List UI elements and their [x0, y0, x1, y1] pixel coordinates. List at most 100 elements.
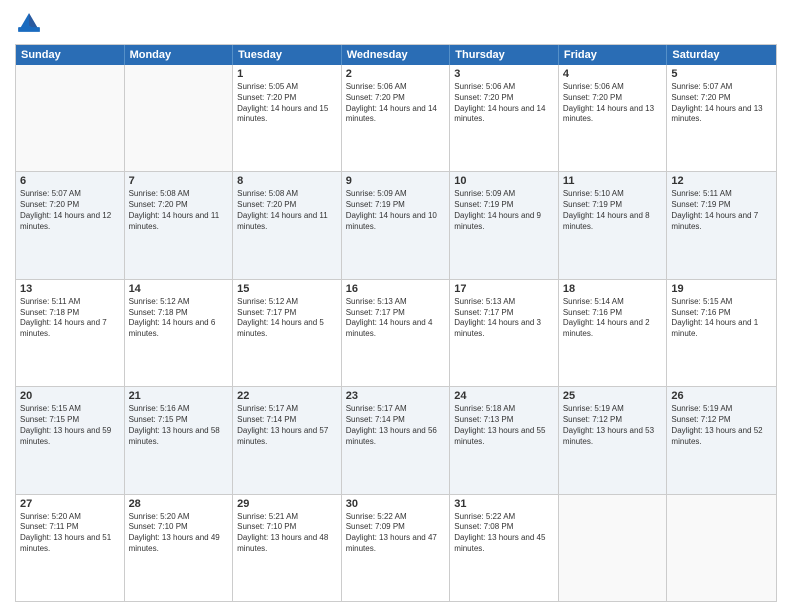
day-number: 31 [454, 498, 554, 510]
day-number: 8 [237, 175, 337, 187]
calendar-cell-27: 26 Sunrise: 5:19 AM Sunset: 7:12 PM Dayli… [667, 387, 776, 493]
header [15, 10, 777, 38]
calendar-cell-23: 22 Sunrise: 5:17 AM Sunset: 7:14 PM Dayli… [233, 387, 342, 493]
calendar-cell-7: 6 Sunrise: 5:07 AM Sunset: 7:20 PM Daylig… [16, 172, 125, 278]
calendar-cell-31: 30Sunrise: 5:22 AM Sunset: 7:09 PM Dayli… [342, 495, 451, 601]
calendar-cell-0 [16, 65, 125, 171]
day-number: 19 [671, 283, 772, 295]
calendar-cell-16: 15 Sunrise: 5:12 AM Sunset: 7:17 PM Dayli… [233, 280, 342, 386]
day-info: Sunrise: 5:11 AM Sunset: 7:18 PM Dayligh… [20, 297, 120, 340]
day-info: Sunrise: 5:18 AM Sunset: 7:13 PM Dayligh… [454, 404, 554, 447]
day-info: Sunrise: 5:06 AM Sunset: 7:20 PM Dayligh… [454, 82, 554, 125]
day-info: Sunrise: 5:09 AM Sunset: 7:19 PM Dayligh… [454, 189, 554, 232]
calendar-cell-11: 10 Sunrise: 5:09 AM Sunset: 7:19 PM Dayli… [450, 172, 559, 278]
day-number: 13 [20, 283, 120, 295]
calendar-cell-29: 28 Sunrise: 5:20 AM Sunset: 7:10 PM Dayli… [125, 495, 234, 601]
calendar-cell-24: 23Sunrise: 5:17 AM Sunset: 7:14 PM Dayli… [342, 387, 451, 493]
day-number: 20 [20, 390, 120, 402]
calendar-cell-12: 11 Sunrise: 5:10 AM Sunset: 7:19 PM Dayli… [559, 172, 668, 278]
day-info: Sunrise: 5:08 AM Sunset: 7:20 PM Dayligh… [237, 189, 337, 232]
day-number: 26 [671, 390, 772, 402]
day-info: Sunrise: 5:06 AM Sunset: 7:20 PM Dayligh… [346, 82, 446, 125]
day-info: Sunrise: 5:19 AM Sunset: 7:12 PM Dayligh… [671, 404, 772, 447]
day-number: 15 [237, 283, 337, 295]
day-number: 24 [454, 390, 554, 402]
day-info: Sunrise: 5:22 AM Sunset: 7:08 PM Dayligh… [454, 512, 554, 555]
logo [15, 10, 47, 38]
calendar-week-4: 20Sunrise: 5:15 AM Sunset: 7:15 PM Dayli… [16, 386, 776, 493]
calendar-header: SundayMondayTuesdayWednesdayThursdayFrid… [16, 45, 776, 65]
day-info: Sunrise: 5:20 AM Sunset: 7:10 PM Dayligh… [129, 512, 229, 555]
day-info: Sunrise: 5:17 AM Sunset: 7:14 PM Dayligh… [237, 404, 337, 447]
day-info: Sunrise: 5:10 AM Sunset: 7:19 PM Dayligh… [563, 189, 663, 232]
day-number: 3 [454, 68, 554, 80]
day-number: 16 [346, 283, 446, 295]
day-number: 27 [20, 498, 120, 510]
calendar-cell-8: 7 Sunrise: 5:08 AM Sunset: 7:20 PM Daylig… [125, 172, 234, 278]
calendar-cell-28: 27 Sunrise: 5:20 AM Sunset: 7:11 PM Dayli… [16, 495, 125, 601]
day-number: 21 [129, 390, 229, 402]
day-number: 10 [454, 175, 554, 187]
header-day-monday: Monday [125, 45, 234, 65]
calendar-cell-22: 21 Sunrise: 5:16 AM Sunset: 7:15 PM Dayli… [125, 387, 234, 493]
calendar-cell-10: 9 Sunrise: 5:09 AM Sunset: 7:19 PM Daylig… [342, 172, 451, 278]
calendar-cell-25: 24 Sunrise: 5:18 AM Sunset: 7:13 PM Dayli… [450, 387, 559, 493]
calendar-body: 1Sunrise: 5:05 AM Sunset: 7:20 PM Daylig… [16, 65, 776, 601]
calendar-cell-4: 3 Sunrise: 5:06 AM Sunset: 7:20 PM Daylig… [450, 65, 559, 171]
day-number: 14 [129, 283, 229, 295]
day-number: 29 [237, 498, 337, 510]
day-number: 9 [346, 175, 446, 187]
day-number: 2 [346, 68, 446, 80]
day-info: Sunrise: 5:05 AM Sunset: 7:20 PM Dayligh… [237, 82, 337, 125]
calendar-cell-5: 4Sunrise: 5:06 AM Sunset: 7:20 PM Daylig… [559, 65, 668, 171]
calendar-cell-30: 29 Sunrise: 5:21 AM Sunset: 7:10 PM Dayli… [233, 495, 342, 601]
day-info: Sunrise: 5:12 AM Sunset: 7:17 PM Dayligh… [237, 297, 337, 340]
calendar-cell-19: 18Sunrise: 5:14 AM Sunset: 7:16 PM Dayli… [559, 280, 668, 386]
calendar: SundayMondayTuesdayWednesdayThursdayFrid… [15, 44, 777, 602]
day-info: Sunrise: 5:13 AM Sunset: 7:17 PM Dayligh… [346, 297, 446, 340]
calendar-cell-15: 14 Sunrise: 5:12 AM Sunset: 7:18 PM Dayli… [125, 280, 234, 386]
day-number: 28 [129, 498, 229, 510]
day-info: Sunrise: 5:20 AM Sunset: 7:11 PM Dayligh… [20, 512, 120, 555]
day-info: Sunrise: 5:06 AM Sunset: 7:20 PM Dayligh… [563, 82, 663, 125]
calendar-week-2: 6 Sunrise: 5:07 AM Sunset: 7:20 PM Daylig… [16, 171, 776, 278]
day-info: Sunrise: 5:12 AM Sunset: 7:18 PM Dayligh… [129, 297, 229, 340]
header-day-saturday: Saturday [667, 45, 776, 65]
day-info: Sunrise: 5:15 AM Sunset: 7:16 PM Dayligh… [671, 297, 772, 340]
day-number: 12 [671, 175, 772, 187]
day-info: Sunrise: 5:11 AM Sunset: 7:19 PM Dayligh… [671, 189, 772, 232]
calendar-cell-26: 25 Sunrise: 5:19 AM Sunset: 7:12 PM Dayli… [559, 387, 668, 493]
calendar-cell-21: 20Sunrise: 5:15 AM Sunset: 7:15 PM Dayli… [16, 387, 125, 493]
calendar-cell-33 [559, 495, 668, 601]
header-day-wednesday: Wednesday [342, 45, 451, 65]
day-info: Sunrise: 5:07 AM Sunset: 7:20 PM Dayligh… [20, 189, 120, 232]
day-number: 7 [129, 175, 229, 187]
calendar-week-5: 27 Sunrise: 5:20 AM Sunset: 7:11 PM Dayli… [16, 494, 776, 601]
calendar-cell-14: 13 Sunrise: 5:11 AM Sunset: 7:18 PM Dayli… [16, 280, 125, 386]
calendar-cell-1 [125, 65, 234, 171]
calendar-cell-20: 19 Sunrise: 5:15 AM Sunset: 7:16 PM Dayli… [667, 280, 776, 386]
calendar-cell-32: 31 Sunrise: 5:22 AM Sunset: 7:08 PM Dayli… [450, 495, 559, 601]
day-info: Sunrise: 5:21 AM Sunset: 7:10 PM Dayligh… [237, 512, 337, 555]
day-number: 5 [671, 68, 772, 80]
header-day-tuesday: Tuesday [233, 45, 342, 65]
calendar-week-3: 13 Sunrise: 5:11 AM Sunset: 7:18 PM Dayli… [16, 279, 776, 386]
day-info: Sunrise: 5:19 AM Sunset: 7:12 PM Dayligh… [563, 404, 663, 447]
header-day-friday: Friday [559, 45, 668, 65]
header-day-thursday: Thursday [450, 45, 559, 65]
day-number: 6 [20, 175, 120, 187]
day-info: Sunrise: 5:16 AM Sunset: 7:15 PM Dayligh… [129, 404, 229, 447]
day-number: 22 [237, 390, 337, 402]
day-number: 30 [346, 498, 446, 510]
day-info: Sunrise: 5:07 AM Sunset: 7:20 PM Dayligh… [671, 82, 772, 125]
day-number: 25 [563, 390, 663, 402]
calendar-cell-3: 2 Sunrise: 5:06 AM Sunset: 7:20 PM Daylig… [342, 65, 451, 171]
day-number: 17 [454, 283, 554, 295]
logo-icon [15, 10, 43, 38]
header-day-sunday: Sunday [16, 45, 125, 65]
day-info: Sunrise: 5:08 AM Sunset: 7:20 PM Dayligh… [129, 189, 229, 232]
day-info: Sunrise: 5:09 AM Sunset: 7:19 PM Dayligh… [346, 189, 446, 232]
calendar-cell-2: 1Sunrise: 5:05 AM Sunset: 7:20 PM Daylig… [233, 65, 342, 171]
calendar-cell-34 [667, 495, 776, 601]
day-number: 11 [563, 175, 663, 187]
